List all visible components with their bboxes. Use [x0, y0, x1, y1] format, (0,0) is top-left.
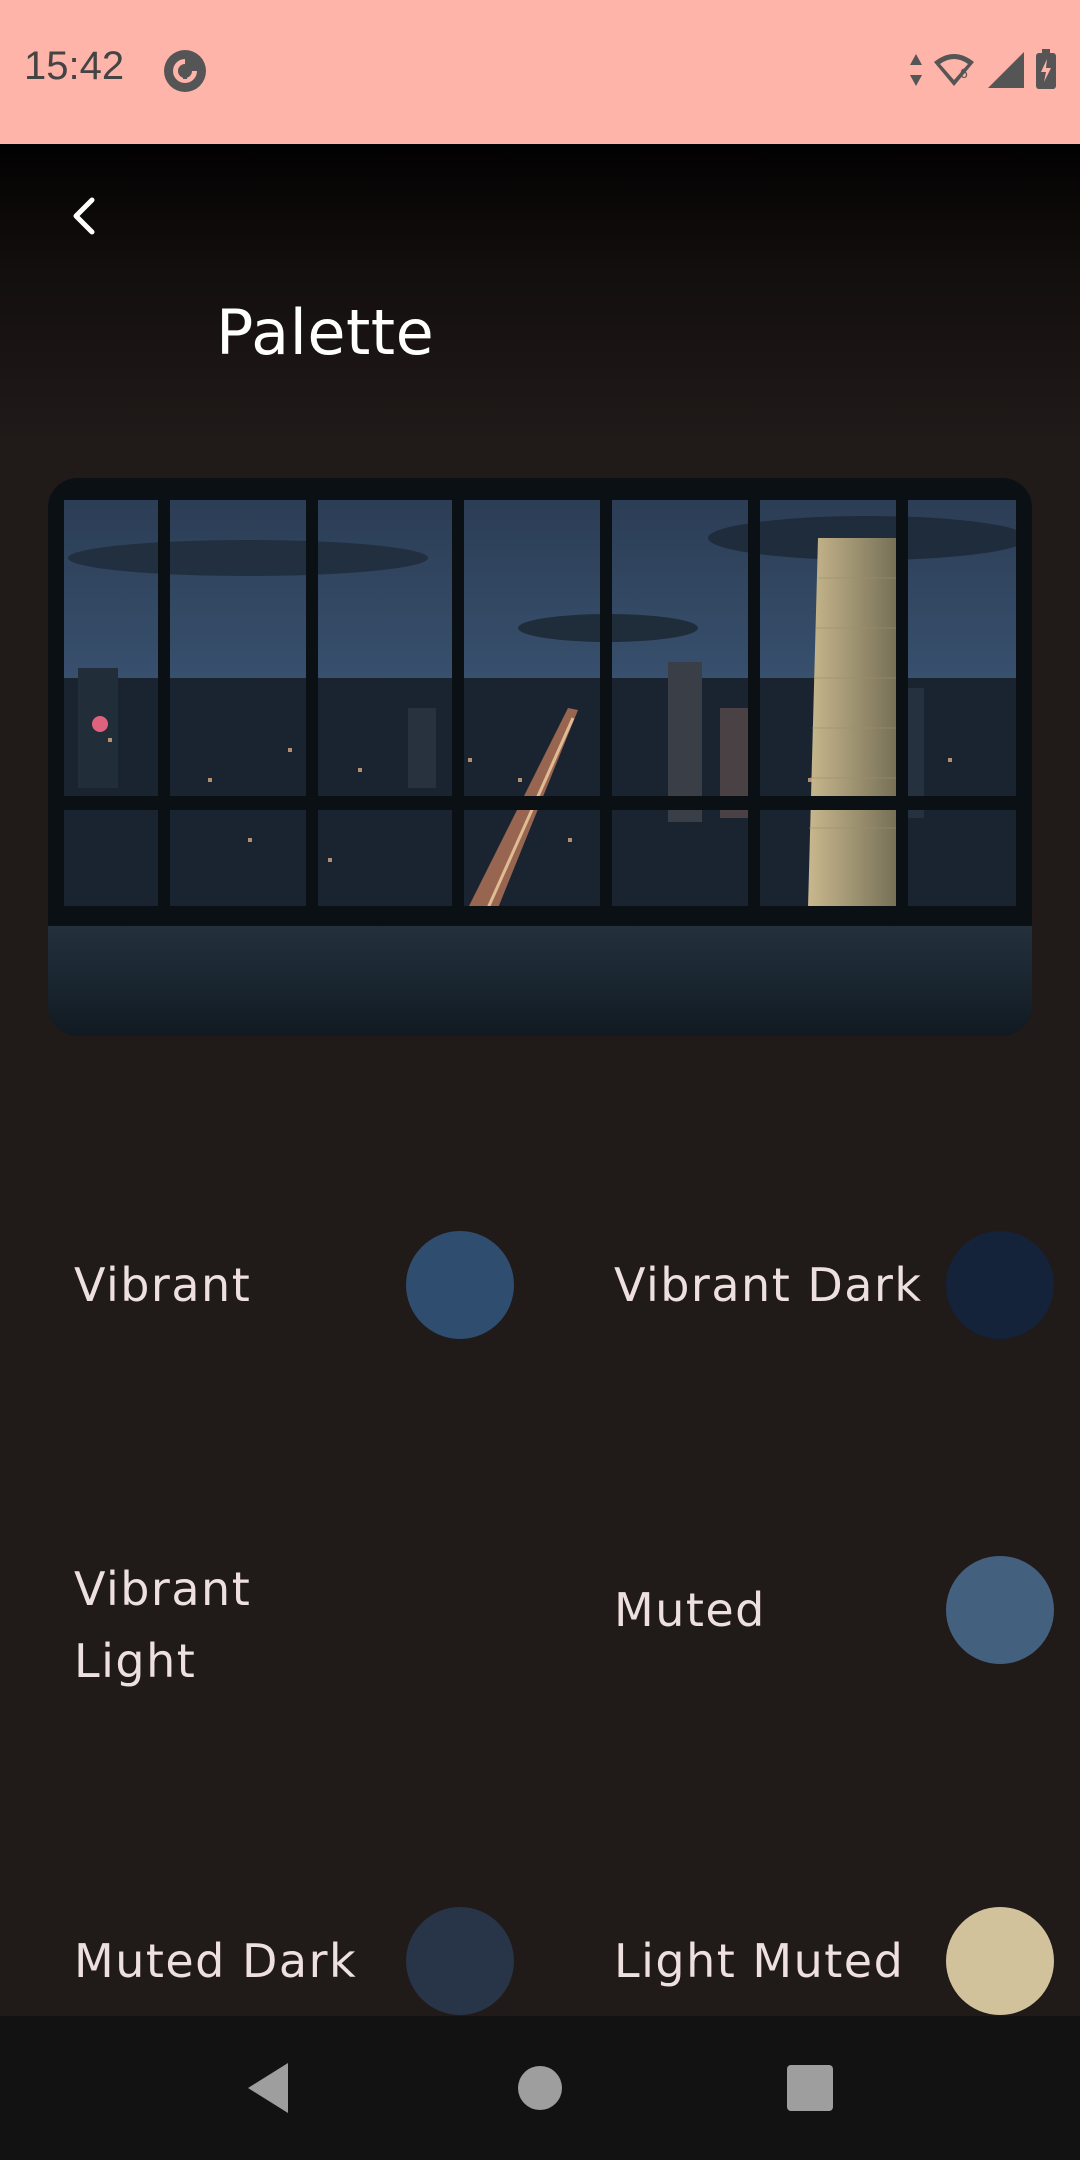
pocket-casts-icon: [164, 50, 206, 92]
data-arrows-icon: [910, 54, 922, 86]
nav-home-button[interactable]: [508, 2056, 572, 2120]
square-recents-icon: [787, 2065, 833, 2111]
swatch-light-muted: Light Muted: [614, 1906, 1054, 2016]
swatch-label: Light Muted: [614, 1934, 905, 1988]
back-button[interactable]: [52, 184, 116, 248]
page-title: Palette: [216, 296, 435, 369]
wifi-badge: 6: [960, 65, 968, 81]
nav-recents-button[interactable]: [778, 2056, 842, 2120]
wifi-icon: 6: [934, 54, 974, 86]
top-app-bar: [0, 144, 1080, 444]
swatch-muted-dark: Muted Dark: [74, 1906, 514, 2016]
swatch-label: Muted: [614, 1583, 766, 1637]
swatch-color-dot: [406, 1231, 514, 1339]
swatch-muted: Muted: [614, 1555, 1054, 1665]
hero-illustration: [48, 478, 1032, 1036]
nav-back-button[interactable]: [236, 2056, 300, 2120]
cellular-signal-icon: [988, 52, 1024, 88]
swatch-label: Vibrant Light: [74, 1562, 252, 1688]
swatch-color-dot: [946, 1907, 1054, 2015]
swatch-label: Muted Dark: [74, 1934, 358, 1988]
chevron-left-icon: [73, 197, 95, 235]
swatch-vibrant-light: Vibrant Light: [74, 1550, 514, 1700]
system-navigation-bar: [0, 2016, 1080, 2160]
swatch-color-dot: [946, 1231, 1054, 1339]
swatch-vibrant: Vibrant: [74, 1230, 514, 1340]
circle-home-icon: [518, 2066, 562, 2110]
swatch-color-dot: [946, 1556, 1054, 1664]
city-night-view-image: [48, 478, 1032, 1036]
status-time: 15:42: [24, 44, 125, 88]
triangle-back-icon: [248, 2063, 288, 2113]
status-bar: 15:42 6: [0, 0, 1080, 144]
status-icons: 6: [908, 46, 1058, 94]
swatch-label: Vibrant: [74, 1258, 252, 1312]
swatch-label: Vibrant Dark: [614, 1258, 923, 1312]
battery-charging-icon: [1036, 49, 1056, 89]
swatch-vibrant-dark: Vibrant Dark: [614, 1230, 1054, 1340]
swatch-color-dot: [406, 1907, 514, 2015]
